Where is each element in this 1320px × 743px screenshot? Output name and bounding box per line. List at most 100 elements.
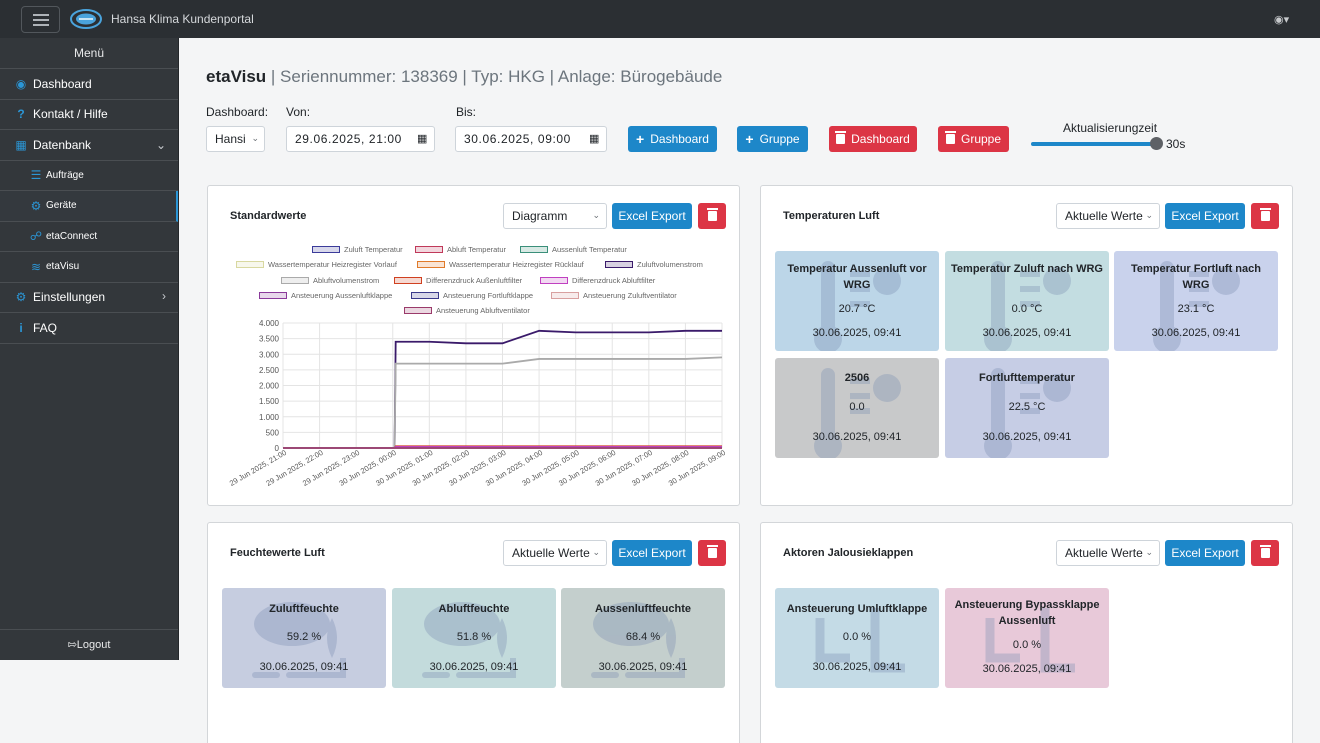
tachometer-icon: ◉ [15,76,27,91]
value-card-title: Temperatur Zuluft nach WRG [951,263,1103,275]
view-mode-select[interactable]: Aktuelle Werte ⌄ [1056,203,1160,229]
hamburger-menu-button[interactable] [21,6,60,33]
sidebar-item-auftraege[interactable]: ☰ Aufträge [0,161,178,191]
from-datetime-value: 29.06.2025, 21:00 [295,132,402,146]
chevron-down-icon: ⌄ [155,138,166,152]
value-card-title: Zuluftfeuchte [269,603,339,615]
value-card-title: Temperatur Fortluft nach WRG [1131,263,1261,291]
refresh-time-value: 30s [1166,137,1186,151]
value-card-title: 2506 [844,372,870,384]
logout-button[interactable]: ⇰Logout [0,629,178,660]
value-card: 2506 0.0 30.06.2025, 09:41 [775,358,939,458]
sidebar-item-label: Aufträge [46,169,84,181]
trash-icon [944,131,956,144]
value-card-value: 0.0 % [1012,639,1042,651]
value-card-date: 30.06.2025, 09:41 [429,661,519,673]
excel-export-button[interactable]: Excel Export [1165,540,1245,566]
value-card-title: Temperatur Aussenluft vor WRG [787,263,927,291]
sidebar: Menü ◉ Dashboard ? Kontakt / Hilfe ▦ Dat… [0,38,179,660]
delete-panel-button[interactable] [1251,540,1279,566]
y-tick-label: 1.000 [259,413,280,422]
trash-icon [1259,545,1271,558]
language-globe-icon[interactable]: ◉▾ [1274,13,1289,26]
calendar-icon[interactable]: ▦ [589,132,600,145]
sidebar-item-etavisu[interactable]: ≋ etaVisu [0,252,178,283]
select-caret-icon: ⌄ [1145,547,1153,557]
panel-aktoren-jalousieklappen: Aktoren Jalousieklappen Aktuelle Werte ⌄ … [760,522,1293,743]
hansa-logo [70,9,102,29]
from-datetime-input[interactable]: 29.06.2025, 21:00 ▦ [286,126,435,152]
sidebar-item-label: Kontakt / Hilfe [33,107,108,122]
value-card-title: Aussenluftfeuchte [595,603,691,615]
delete-dashboard-button[interactable]: Dashboard [829,126,917,152]
add-group-button[interactable]: + Gruppe [737,126,808,152]
value-card-date: 30.06.2025, 09:41 [1151,327,1241,339]
delete-dashboard-label: Dashboard [851,132,910,146]
view-mode-select[interactable]: Aktuelle Werte ⌄ [503,540,607,566]
sidebar-item-datenbank[interactable]: ▦ Datenbank ⌄ [0,130,178,161]
plus-icon: + [745,131,754,147]
sidebar-item-dashboard[interactable]: ◉ Dashboard [0,69,178,100]
chevron-right-icon: › [162,288,166,303]
select-caret-icon: ⌄ [592,547,600,557]
value-card: Temperatur Zuluft nach WRG 0.0 °C 30.06.20… [945,251,1109,351]
value-card-value: 0.0 [849,401,865,413]
view-mode-value: Aktuelle Werte [512,546,590,560]
question-icon: ? [17,107,25,122]
panel-standardwerte: Standardwerte Diagramm ⌄ Excel Export Zul… [207,185,740,506]
y-tick-label: 500 [266,428,280,437]
dashboard-select[interactable]: Hansi ⌄ [206,126,265,152]
excel-export-button[interactable]: Excel Export [1165,203,1245,229]
refresh-time-label: Aktualisierungzeit [1063,121,1158,135]
trash-icon [1259,208,1271,221]
plus-icon: + [636,131,645,147]
sidebar-menu-header: Menü [0,38,178,69]
delete-panel-button[interactable] [1251,203,1279,229]
value-card-date: 30.06.2025, 09:41 [812,327,902,339]
add-dashboard-button[interactable]: + Dashboard [628,126,717,152]
y-tick-label: 3.500 [259,335,280,344]
sidebar-item-faq[interactable]: i FAQ [0,313,178,344]
to-label: Bis: [456,105,477,119]
value-card-date: 30.06.2025, 09:41 [259,661,349,673]
value-card-value: 59.2 % [286,631,322,643]
value-card: Temperatur Fortluft nach WRG 23.1 °C 30.06… [1114,251,1278,351]
page-title-rest: | Seriennummer: 138369 | Typ: HKG | Anla… [266,67,723,86]
value-card-value: 20.7 °C [838,303,876,315]
calendar-icon[interactable]: ▦ [417,132,428,145]
excel-export-button[interactable]: Excel Export [612,540,692,566]
value-card-value: 0.0 °C [1011,303,1043,315]
info-icon: i [19,320,23,335]
sidebar-item-label: Geräte [46,200,77,212]
value-card: Ansteuerung Bypassklappe Aussenluft 0.0 %… [945,588,1109,688]
trash-icon [835,131,847,144]
sidebar-item-geraete[interactable]: ⚙ Geräte [0,191,178,222]
value-card-date: 30.06.2025, 09:41 [982,431,1072,443]
value-card-value: 0.0 % [842,631,872,643]
refresh-time-slider-thumb[interactable] [1150,137,1163,150]
top-bar: Hansa Klima Kundenportal ◉▾ [0,0,1320,38]
sidebar-item-kontakt[interactable]: ? Kontakt / Hilfe [0,100,178,130]
list-icon: ☰ [30,168,42,183]
value-card: Temperatur Aussenluft vor WRG 20.7 °C 30.0… [775,251,939,351]
refresh-time-slider[interactable] [1031,142,1157,146]
panel-title: Temperaturen Luft [783,210,880,222]
value-card-date: 30.06.2025, 09:41 [982,327,1072,339]
y-tick-label: 4.000 [259,319,280,328]
add-group-label: Gruppe [759,132,800,146]
select-caret-icon: ⌄ [251,133,259,143]
delete-panel-button[interactable] [698,540,726,566]
select-caret-icon: ⌄ [1145,210,1153,220]
sidebar-item-einstellungen[interactable]: ⚙ Einstellungen › [0,283,178,313]
value-card-value: 23.1 °C [1177,303,1215,315]
to-datetime-input[interactable]: 30.06.2025, 09:00 ▦ [455,126,607,152]
to-datetime-value: 30.06.2025, 09:00 [464,132,571,146]
value-card: Ansteuerung Umluftklappe 0.0 % 30.06.2025,… [775,588,939,688]
value-card-value: 22.5 °C [1008,401,1046,413]
view-mode-select[interactable]: Aktuelle Werte ⌄ [1056,540,1160,566]
dashboard-select-label: Dashboard: [206,105,269,119]
value-card-title: Ansteuerung Bypassklappe Aussenluft [954,599,1100,627]
sidebar-item-etaconnect[interactable]: ☍ etaConnect [0,222,178,252]
value-card-value: 68.4 % [625,631,661,643]
delete-group-button[interactable]: Gruppe [938,126,1009,152]
